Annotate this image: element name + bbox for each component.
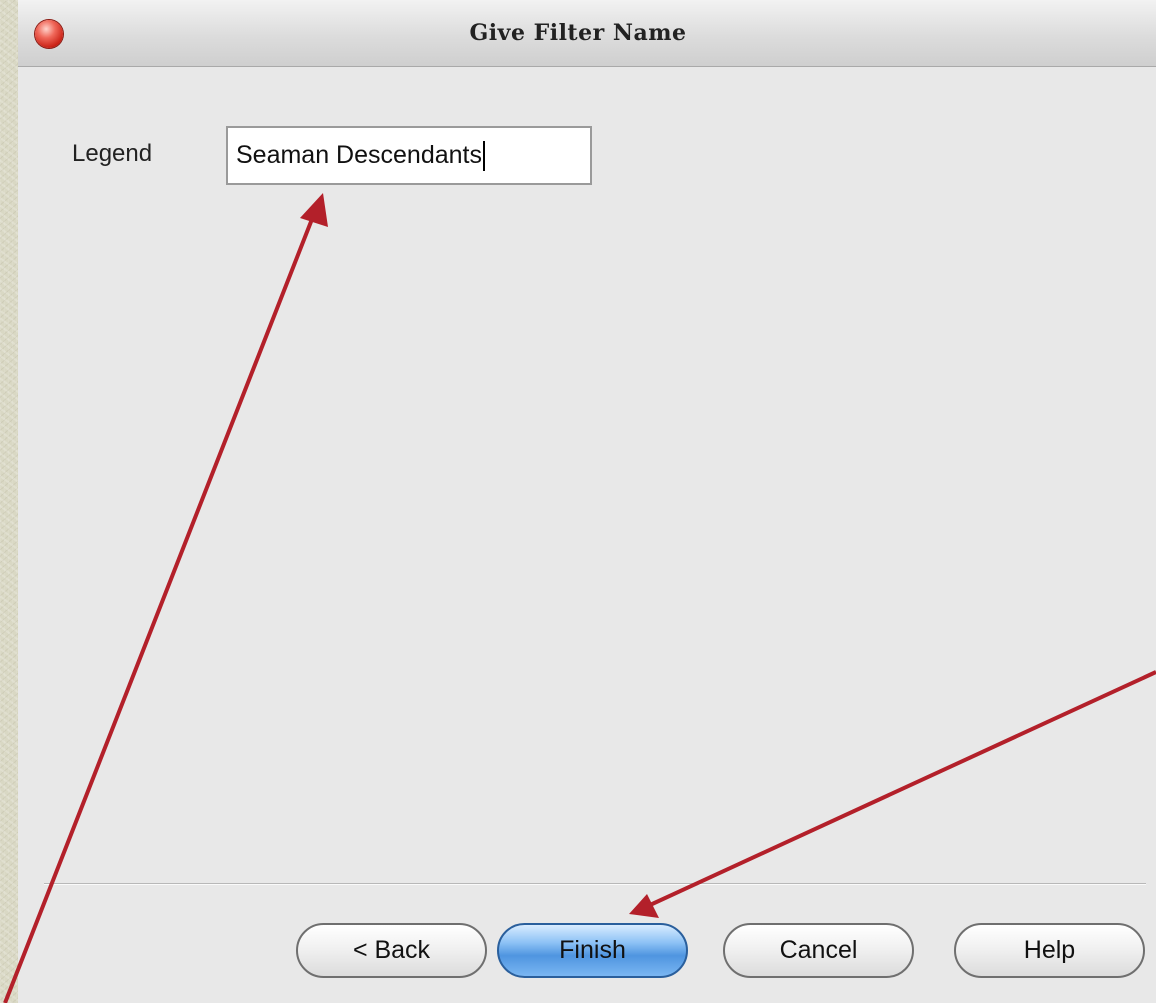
back-button[interactable]: < Back [296,923,487,978]
title-bar: Give Filter Name [18,0,1156,67]
finish-button[interactable]: Finish [497,923,688,978]
text-caret [482,140,485,171]
legend-input-value: Seaman Descendants [236,141,482,169]
legend-input[interactable]: Seaman Descendants [226,126,592,185]
separator [44,883,1146,885]
dialog-window: Give Filter Name Legend Seaman Descendan… [18,0,1156,1003]
help-button[interactable]: Help [954,923,1145,978]
legend-label: Legend [72,140,153,167]
window-title: Give Filter Name [469,20,687,46]
cancel-button[interactable]: Cancel [723,923,914,978]
